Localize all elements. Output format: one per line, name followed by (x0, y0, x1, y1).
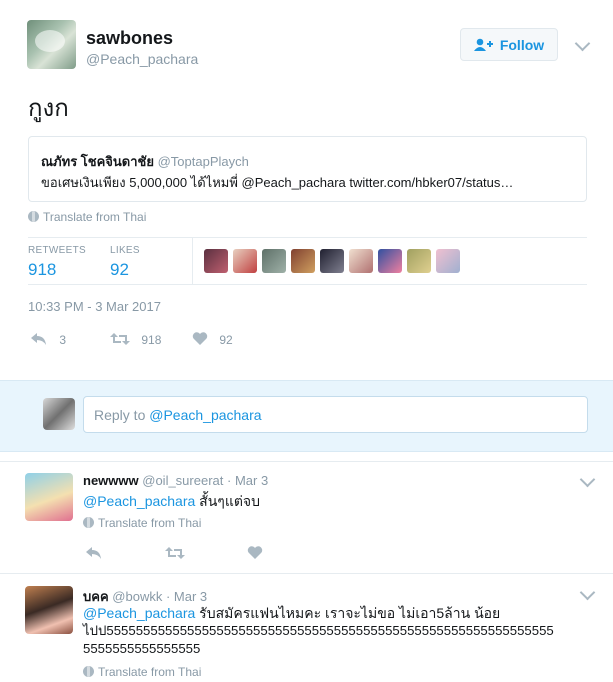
retweets-count: 918 (28, 260, 57, 279)
quoted-tweet[interactable]: ณภัทร โชคจินดาชัย @ToptapPlaych ขอเศษเงิ… (28, 136, 587, 202)
follow-button[interactable]: Follow (460, 28, 558, 61)
reply-avatar[interactable] (25, 473, 73, 521)
reply-body-line3: 5555555555555555 (83, 641, 201, 656)
follow-label: Follow (499, 36, 545, 53)
author-name[interactable]: sawbones (86, 28, 173, 49)
reply-text: @Peach_pachara รับสมัครแฟนไหมคะ เราจะไม่… (83, 604, 554, 658)
quoted-name: ณภัทร โชคจินดาชัย (41, 154, 154, 169)
likes-label: LIKES (110, 245, 140, 256)
stats-separator (192, 238, 193, 284)
retweet-count: 918 (141, 333, 162, 347)
divider (28, 237, 587, 238)
reply-author-name[interactable]: บคค (83, 589, 109, 604)
reply-mention[interactable]: @Peach_pachara (83, 493, 195, 509)
retweet-action[interactable]: 918 (110, 332, 161, 347)
reply-body-line1: รับสมัครแฟนไหมคะ เราจะไม่ขอ ไม่เอา5ล้าน … (195, 605, 501, 621)
retweets-stat[interactable]: RETWEETS 918 (28, 245, 86, 280)
divider (0, 461, 613, 462)
liker-avatar[interactable] (204, 249, 228, 273)
current-user-avatar[interactable] (43, 398, 75, 430)
reply-prefix: Reply to (94, 407, 150, 423)
reply-author-name[interactable]: newwww (83, 473, 139, 488)
liker-avatar[interactable] (436, 249, 460, 273)
heart-icon (192, 332, 208, 345)
translate-label: Translate from Thai (98, 665, 202, 679)
likes-stat[interactable]: LIKES 92 (110, 245, 140, 280)
reply-mention: @Peach_pachara (149, 407, 262, 423)
liker-avatar[interactable] (349, 249, 373, 273)
quoted-handle: @ToptapPlaych (157, 154, 249, 169)
reply-icon (31, 333, 46, 345)
reply-date[interactable]: · Mar 3 (166, 589, 207, 604)
author-handle[interactable]: @Peach_pachara (86, 51, 198, 67)
globe-icon (83, 666, 94, 677)
chevron-down-icon[interactable] (579, 471, 596, 488)
reply-action[interactable]: 3 (30, 332, 66, 347)
liker-avatar[interactable] (320, 249, 344, 273)
translate-link[interactable]: Translate from Thai (83, 516, 201, 530)
retweet-icon (110, 333, 130, 345)
liker-avatar[interactable] (291, 249, 315, 273)
translate-link[interactable]: Translate from Thai (83, 665, 201, 679)
reply-avatar[interactable] (25, 586, 73, 634)
globe-icon (83, 517, 94, 528)
like-action[interactable]: 92 (192, 332, 233, 347)
reply-author-handle[interactable]: @oil_sureerat (142, 473, 223, 488)
reply-body: สั้นๆแต่จบ (195, 493, 261, 509)
divider (0, 573, 613, 574)
liker-avatar[interactable] (233, 249, 257, 273)
liker-avatar[interactable] (262, 249, 286, 273)
quoted-text: ขอเศษเงินเพียง 5,000,000 ได้ไหมพี่ @Peac… (41, 175, 514, 190)
tweet-text: กูงก (28, 95, 69, 122)
reply-date[interactable]: · Mar 3 (227, 473, 268, 488)
translate-link[interactable]: Translate from Thai (28, 210, 146, 224)
chevron-down-icon[interactable] (574, 35, 591, 52)
heart-icon[interactable] (247, 546, 263, 560)
reply-body-line2: ไปป5555555555555555555555555555555555555… (83, 623, 554, 638)
divider (28, 284, 587, 285)
like-count: 92 (219, 333, 233, 347)
reply-author-handle[interactable]: @bowkk (112, 589, 162, 604)
chevron-down-icon[interactable] (579, 584, 596, 601)
retweet-icon[interactable] (165, 546, 185, 560)
globe-icon (28, 211, 39, 222)
reply-count: 3 (59, 333, 67, 347)
tweet-timestamp[interactable]: 10:33 PM - 3 Mar 2017 (28, 299, 161, 314)
reply-icon[interactable] (85, 546, 103, 560)
retweets-label: RETWEETS (28, 245, 86, 256)
reply-header: newwww @oil_sureerat · Mar 3 (83, 473, 268, 488)
likes-count: 92 (110, 260, 129, 279)
author-avatar[interactable] (27, 20, 76, 69)
translate-label: Translate from Thai (98, 516, 202, 530)
reply-text: @Peach_pachara สั้นๆแต่จบ (83, 491, 260, 513)
add-user-icon (473, 38, 493, 51)
liker-avatar[interactable] (407, 249, 431, 273)
translate-label: Translate from Thai (43, 210, 147, 224)
reply-mention[interactable]: @Peach_pachara (83, 605, 195, 621)
liker-avatar[interactable] (378, 249, 402, 273)
reply-input[interactable]: Reply to @Peach_pachara (83, 396, 588, 433)
